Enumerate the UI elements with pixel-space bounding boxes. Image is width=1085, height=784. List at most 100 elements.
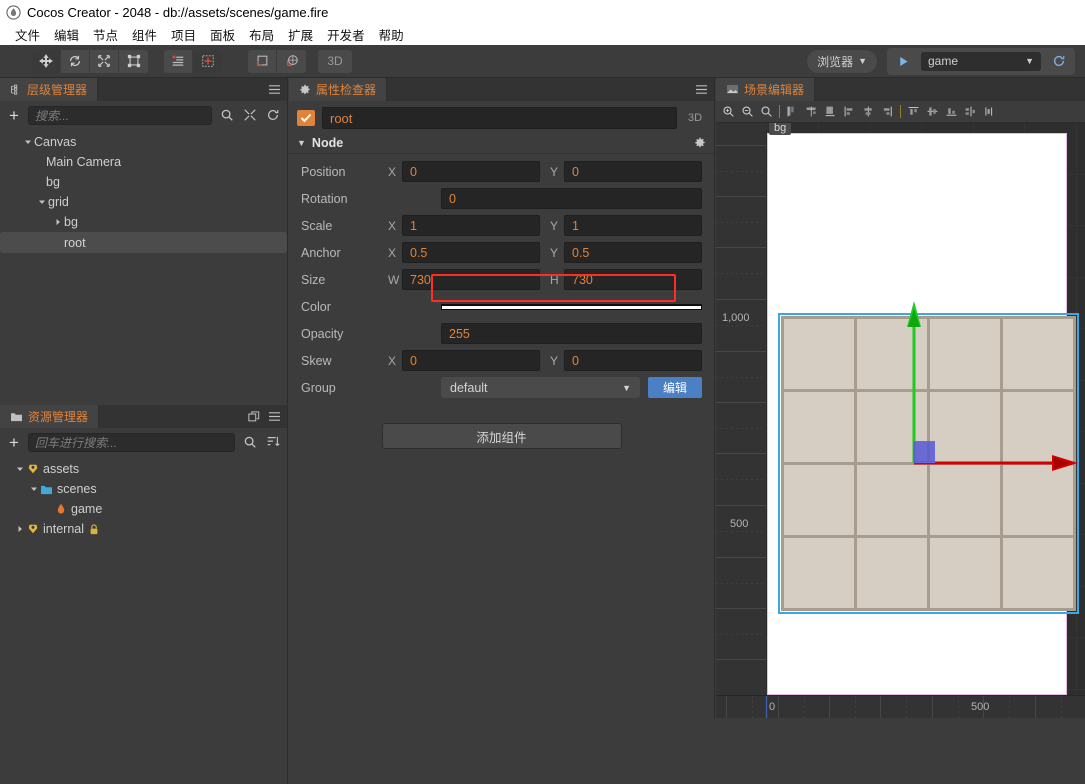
tab-hierarchy[interactable]: 层级管理器 [0,78,99,101]
menu-item-panel[interactable]: 面板 [203,25,242,44]
scale-y-input[interactable]: 1 [564,215,702,236]
group-select[interactable]: default ▼ [441,377,640,398]
rotate-tool-button[interactable] [61,49,90,73]
zoom-out-icon[interactable] [738,102,757,122]
chevron-down-icon[interactable] [36,196,48,208]
toggle-3d-button[interactable]: 3D [318,49,352,73]
size-width-input[interactable]: 730 [402,269,540,290]
pivot-tool-button[interactable] [248,49,277,73]
popout-icon[interactable] [248,410,260,423]
menu-item-node[interactable]: 节点 [86,25,125,44]
assets-search-input[interactable]: 回车进行搜索... [28,432,235,452]
rotation-input[interactable]: 0 [441,188,702,209]
node-section-gear-icon[interactable] [694,137,706,149]
assets-menu-icon[interactable] [268,411,281,422]
tab-scene-editor[interactable]: 场景编辑器 [716,78,816,101]
align-top-icon[interactable] [904,102,923,122]
asset-item-assets[interactable]: assets [0,459,287,479]
chevron-down-icon[interactable] [14,463,26,475]
chevron-right-icon[interactable] [14,523,26,535]
move-tool-button[interactable] [32,49,61,73]
asset-item-internal[interactable]: internal [0,519,287,539]
sync-icon[interactable] [264,107,281,124]
tree-node-bg[interactable]: bg [0,172,287,192]
grid-cell [930,538,1000,608]
align-left-icon[interactable] [783,102,802,122]
inspector-menu-icon[interactable] [695,84,708,95]
assets-tab-bar: 资源管理器 [0,405,287,428]
coordinate-tool-button[interactable] [277,49,306,73]
asset-item-game[interactable]: game [0,499,287,519]
menu-item-developer[interactable]: 开发者 [320,25,372,44]
tree-node-main-camera[interactable]: Main Camera [0,152,287,172]
tree-node-grid[interactable]: grid [0,192,287,212]
skew-x-input[interactable]: 0 [402,350,540,371]
menu-item-extension[interactable]: 扩展 [281,25,320,44]
align-right-icon[interactable] [821,102,840,122]
menu-item-project[interactable]: 项目 [164,25,203,44]
pivot-handle[interactable] [913,441,935,463]
collapse-all-icon[interactable] [241,107,258,124]
add-component-button[interactable]: 添加组件 [381,423,622,449]
chevron-down-icon[interactable]: ▼ [297,138,306,148]
anchor-y-input[interactable]: 0.5 [564,242,702,263]
distribute-right-icon[interactable] [878,102,897,122]
search-icon[interactable] [218,107,235,124]
position-x-input[interactable]: 0 [402,161,540,182]
zoom-in-icon[interactable] [719,102,738,122]
zoom-fit-icon[interactable] [757,102,776,122]
grid-selection-box[interactable] [778,313,1079,614]
scale-tool-button[interactable] [90,49,119,73]
tree-node-root[interactable]: root [0,232,287,253]
distribute-h-icon[interactable] [961,102,980,122]
play-button[interactable] [893,51,913,71]
menu-item-file[interactable]: 文件 [8,25,47,44]
align-node-tool-button[interactable] [164,49,193,73]
distribute-v-icon[interactable] [980,102,999,122]
skew-y-input[interactable]: 0 [564,350,702,371]
grid-cell [857,465,927,535]
scene-select-dropdown[interactable]: game ▼ [921,51,1041,71]
edit-group-button[interactable]: 编辑 [648,377,702,398]
rect-tool-button[interactable] [119,49,148,73]
size-height-input[interactable]: 730 [564,269,702,290]
folder-icon [10,411,23,422]
hierarchy-menu-icon[interactable] [268,84,281,95]
menu-item-help[interactable]: 帮助 [372,25,411,44]
tab-assets[interactable]: 资源管理器 [0,405,100,428]
main-toolbar: 3D 浏览器 ▼ game ▼ [0,45,1085,78]
search-icon[interactable] [241,434,258,451]
menu-item-layout[interactable]: 布局 [242,25,281,44]
distribute-left-icon[interactable] [840,102,859,122]
grid-cell [930,392,1000,462]
refresh-button[interactable] [1049,51,1069,71]
position-y-input[interactable]: 0 [564,161,702,182]
node-tag-bg[interactable]: bg [769,123,792,135]
scale-x-input[interactable]: 1 [402,215,540,236]
chevron-right-icon[interactable] [52,216,64,228]
add-node-button[interactable]: + [6,107,22,124]
align-center-h-icon[interactable] [802,102,821,122]
hierarchy-search-input[interactable]: 搜索... [28,105,212,125]
menu-item-component[interactable]: 组件 [125,25,164,44]
distribute-center-icon[interactable] [859,102,878,122]
tab-inspector[interactable]: 属性检查器 [289,78,388,101]
opacity-input[interactable]: 255 [441,323,702,344]
node-name-input[interactable]: root [322,107,677,129]
tree-node-canvas[interactable]: Canvas [0,132,287,152]
sort-icon[interactable] [264,434,281,451]
asset-item-scenes[interactable]: scenes [0,479,287,499]
align-bottom-icon[interactable] [942,102,961,122]
chevron-down-icon[interactable] [22,136,34,148]
menu-item-edit[interactable]: 编辑 [47,25,86,44]
asset-item-label: game [71,502,103,516]
snap-grid-tool-button[interactable] [193,49,222,73]
tree-node-grid-bg[interactable]: bg [0,212,287,232]
anchor-x-input[interactable]: 0.5 [402,242,540,263]
align-middle-icon[interactable] [923,102,942,122]
chevron-down-icon[interactable] [28,483,40,495]
add-asset-button[interactable]: + [6,434,22,451]
preview-target-dropdown[interactable]: 浏览器 ▼ [807,49,877,73]
scene-viewport[interactable]: bg 1,000 500 0 500 [716,123,1085,718]
node-enabled-checkbox[interactable] [297,110,315,126]
